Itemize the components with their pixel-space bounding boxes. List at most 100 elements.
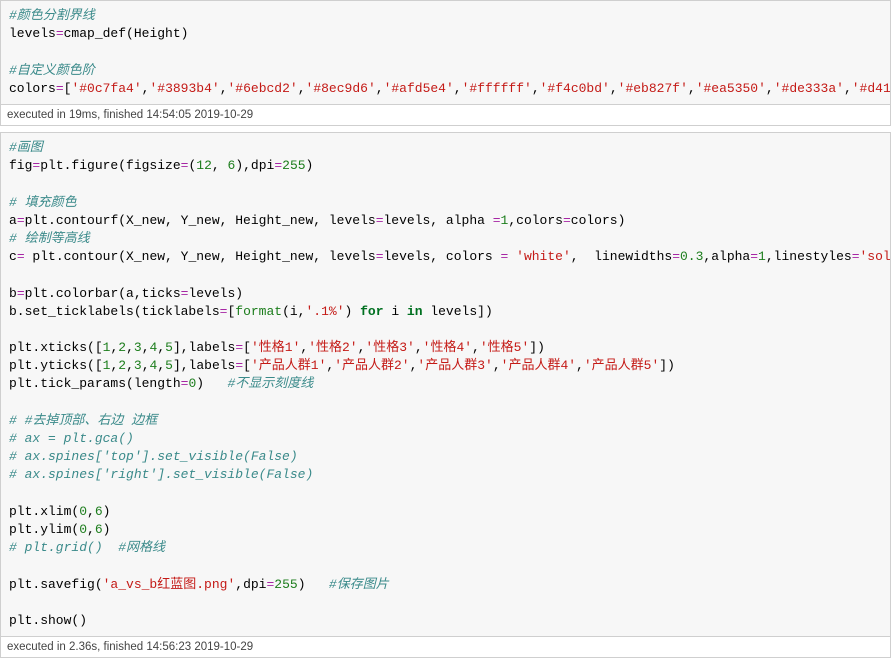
str: '#0c7fa4'	[71, 81, 141, 96]
code: plt.tick_params(length	[9, 376, 181, 391]
op: =	[852, 249, 860, 264]
num: 2	[118, 340, 126, 355]
op: =	[17, 249, 25, 264]
code: levels])	[423, 304, 493, 319]
comment: # 填充颜色	[9, 195, 77, 210]
code: dpi	[243, 577, 266, 592]
num: 255	[274, 577, 297, 592]
str: '#ffffff'	[462, 81, 532, 96]
str: '.1%'	[305, 304, 344, 319]
str: '#d41f26'	[852, 81, 890, 96]
comment: # ax = plt.gca()	[9, 431, 134, 446]
num: 2	[118, 358, 126, 373]
num: 1	[103, 340, 111, 355]
num: 12	[196, 158, 212, 173]
str: '性格5'	[480, 340, 529, 355]
num: 6	[228, 158, 236, 173]
code: fig	[9, 158, 32, 173]
num: 5	[165, 358, 173, 373]
code: cmap_def(Height)	[64, 26, 189, 41]
str: '性格1'	[251, 340, 300, 355]
str: '产品人群4'	[501, 358, 576, 373]
op: =	[235, 358, 243, 373]
num: 6	[95, 504, 103, 519]
code: plt.savefig(	[9, 577, 103, 592]
code: colors)	[571, 213, 626, 228]
code: plt.colorbar(a,ticks	[25, 286, 181, 301]
str: '产品人群5'	[584, 358, 659, 373]
op: =	[181, 158, 189, 173]
op: =	[501, 249, 509, 264]
op: =	[376, 213, 384, 228]
comment: # #去掉顶部、右边 边框	[9, 413, 157, 428]
str: 'a_vs_b红蓝图.png'	[103, 577, 236, 592]
str: '#6ebcd2'	[228, 81, 298, 96]
str: '#3893b4'	[149, 81, 219, 96]
code-area-2[interactable]: #画图 fig=plt.figure(figsize=(12, 6),dpi=2…	[1, 133, 890, 636]
num: 3	[134, 358, 142, 373]
str: '#de333a'	[774, 81, 844, 96]
num: 4	[150, 358, 158, 373]
str: '产品人群3'	[417, 358, 492, 373]
comment: #保存图片	[329, 577, 389, 592]
code: colors	[516, 213, 563, 228]
code: plt.yticks([	[9, 358, 103, 373]
str: '性格4'	[423, 340, 472, 355]
num: 1	[758, 249, 766, 264]
code: levels, colors	[384, 249, 501, 264]
op: =	[56, 26, 64, 41]
code: linewidths	[594, 249, 672, 264]
code-area-1[interactable]: #颜色分割界线 levels=cmap_def(Height) #自定义颜色阶 …	[1, 1, 890, 104]
num: 5	[165, 340, 173, 355]
code: levels)	[188, 286, 243, 301]
op: =	[672, 249, 680, 264]
code: dpi	[251, 158, 274, 173]
num: 1	[501, 213, 509, 228]
comment: #画图	[9, 140, 43, 155]
num: 6	[95, 522, 103, 537]
num: 0.3	[680, 249, 703, 264]
comment: # plt.grid() #网格线	[9, 540, 165, 555]
op: =	[220, 304, 228, 319]
code: b	[9, 286, 17, 301]
str: '#afd5e4'	[384, 81, 454, 96]
str: '#ea5350'	[696, 81, 766, 96]
code-cell-1: #颜色分割界线 levels=cmap_def(Height) #自定义颜色阶 …	[0, 0, 891, 126]
str: '性格2'	[308, 340, 357, 355]
exec-status-1: executed in 19ms, finished 14:54:05 2019…	[1, 104, 890, 125]
str: '#f4c0bd'	[540, 81, 610, 96]
str: '性格3'	[365, 340, 414, 355]
comment: #自定义颜色阶	[9, 63, 95, 78]
num: 4	[150, 340, 158, 355]
str: '产品人群2'	[334, 358, 409, 373]
code: levels	[9, 26, 56, 41]
num: 3	[134, 340, 142, 355]
op: =	[56, 81, 64, 96]
op: =	[274, 158, 282, 173]
str: 'solid'	[860, 249, 891, 264]
op: =	[750, 249, 758, 264]
str: '#eb827f'	[618, 81, 688, 96]
code: b.set_ticklabels(ticklabels	[9, 304, 220, 319]
num: 0	[79, 504, 87, 519]
num: 255	[282, 158, 305, 173]
code: plt.figure(figsize	[40, 158, 180, 173]
comment: #不显示刻度线	[227, 376, 313, 391]
code: plt.contourf(X_new, Y_new, Height_new, l…	[25, 213, 376, 228]
str: '产品人群1'	[251, 358, 326, 373]
code: alpha	[711, 249, 750, 264]
comment: # ax.spines['top'].set_visible(False)	[9, 449, 298, 464]
code: colors	[9, 81, 56, 96]
op: =	[376, 249, 384, 264]
num: 0	[188, 376, 196, 391]
code: labels	[189, 340, 236, 355]
code: linestyles	[774, 249, 852, 264]
code: a	[9, 213, 17, 228]
code: i	[384, 304, 407, 319]
op: =	[235, 340, 243, 355]
builtin: format	[235, 304, 282, 319]
exec-status-2: executed in 2.36s, finished 14:56:23 201…	[1, 636, 890, 657]
code: levels, alpha	[384, 213, 493, 228]
code-cell-2: #画图 fig=plt.figure(figsize=(12, 6),dpi=2…	[0, 132, 891, 658]
code: plt.contour(X_new, Y_new, Height_new, le…	[25, 249, 376, 264]
